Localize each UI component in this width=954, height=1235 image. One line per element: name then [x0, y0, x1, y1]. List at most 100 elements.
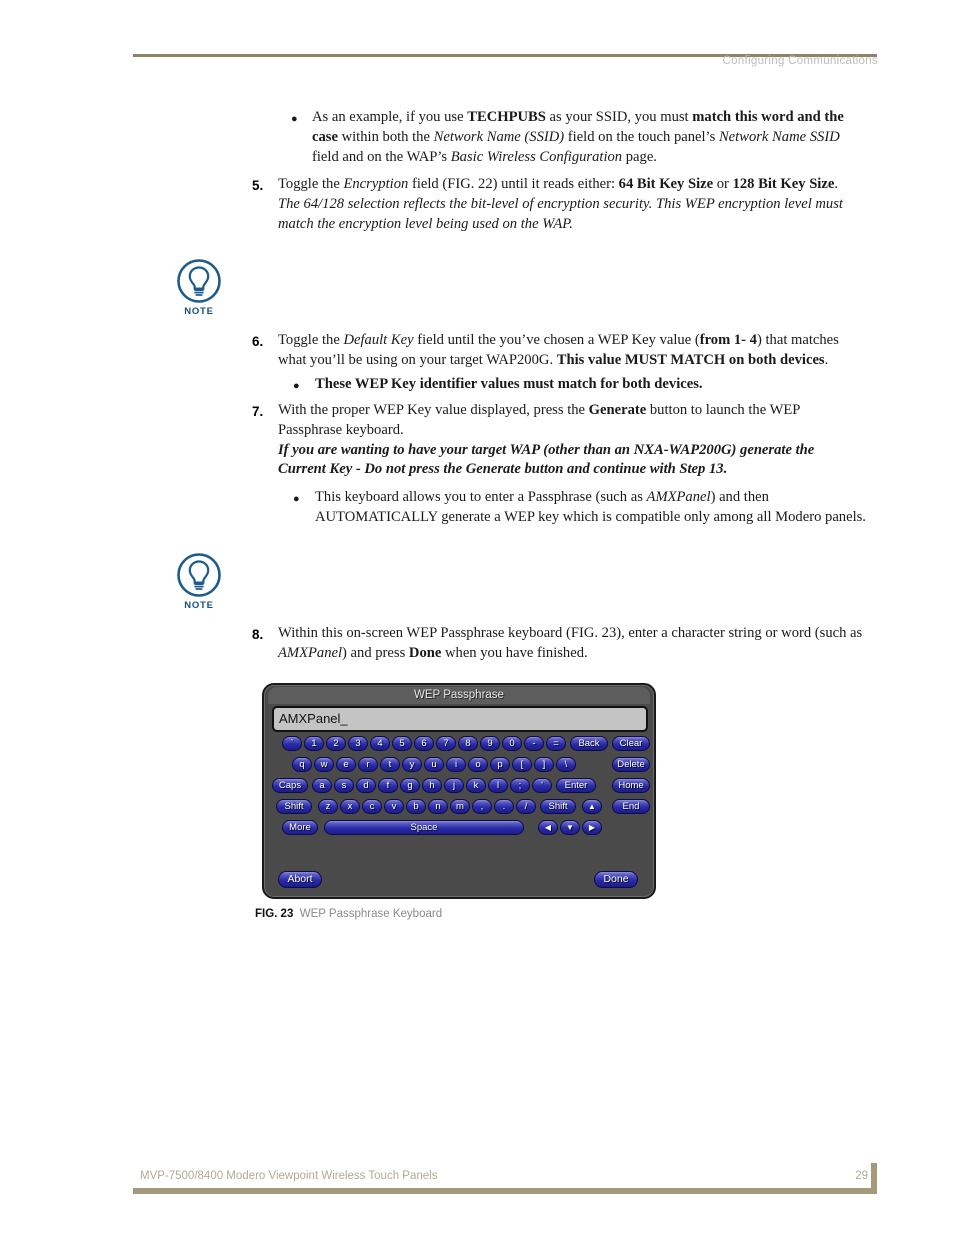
key-9[interactable]: 9 — [480, 736, 500, 751]
key-g[interactable]: g — [400, 778, 420, 793]
key-h[interactable]: h — [422, 778, 442, 793]
key-r[interactable]: r — [358, 757, 378, 772]
key-caps[interactable]: Caps — [272, 778, 308, 793]
key-o[interactable]: o — [468, 757, 488, 772]
key-clear[interactable]: Clear — [612, 736, 650, 751]
key-end[interactable]: End — [612, 799, 650, 814]
dialog-footer: Abort Done — [264, 871, 658, 893]
step-6-number: 6. — [252, 334, 264, 349]
step-8-text: Within this on-screen WEP Passphrase key… — [278, 625, 863, 661]
lightbulb-icon — [177, 553, 221, 597]
key-_[interactable]: - — [524, 736, 544, 751]
key-_[interactable]: . — [494, 799, 514, 814]
key-a[interactable]: a — [312, 778, 332, 793]
arrow-down-icon[interactable]: ▼ — [560, 820, 580, 835]
key-e[interactable]: e — [336, 757, 356, 772]
note-label: NOTE — [184, 306, 214, 317]
dialog-title: WEP Passphrase — [268, 687, 650, 704]
lightbulb-icon — [177, 259, 221, 303]
shift-row: Shift z x c v b n m,. / Shift ▲ End — [264, 799, 658, 817]
key-l[interactable]: l — [488, 778, 508, 793]
step-7-text: With the proper WEP Key value displayed,… — [278, 402, 815, 478]
key-more[interactable]: More — [282, 820, 318, 835]
key-6[interactable]: 6 — [414, 736, 434, 751]
step-7-number: 7. — [252, 404, 264, 419]
key-enter[interactable]: Enter — [556, 778, 596, 793]
step-5-number: 5. — [252, 178, 264, 193]
key-b[interactable]: b — [406, 799, 426, 814]
figure-caption: FIG. 23 WEP Passphrase Keyboard — [255, 908, 442, 920]
note-callout-1: NOTE — [168, 258, 230, 317]
arrow-up-icon[interactable]: ▲ — [582, 799, 602, 814]
key-z[interactable]: z — [318, 799, 338, 814]
footer-page-number: 29 — [855, 1170, 868, 1182]
key-0[interactable]: 0 — [502, 736, 522, 751]
key-t[interactable]: t — [380, 757, 400, 772]
step-7-sub-bullet: This keyboard allows you to enter a Pass… — [315, 489, 866, 525]
wep-passphrase-keyboard-dialog: WEP Passphrase AMXPanel_ ` 1 2 3 4 5 6 7 8 9 0- = Ba… — [262, 683, 656, 899]
key-_[interactable]: / — [516, 799, 536, 814]
document-page: Configuring Communications ● As an examp… — [0, 0, 954, 1235]
key-4[interactable]: 4 — [370, 736, 390, 751]
figure-number: FIG. 23 — [255, 908, 294, 920]
key-shift[interactable]: Shift — [276, 799, 312, 814]
qwerty-row: q w e r t y u i o p[] \ Delete — [264, 757, 658, 775]
key-_[interactable]: [ — [512, 757, 532, 772]
note-callout-2: NOTE — [168, 552, 230, 611]
key-7[interactable]: 7 — [436, 736, 456, 751]
key-p[interactable]: p — [490, 757, 510, 772]
arrow-left-icon[interactable]: ◀ — [538, 820, 558, 835]
bullet-marker: ● — [293, 493, 300, 505]
arrow-right-icon[interactable]: ▶ — [582, 820, 602, 835]
done-button[interactable]: Done — [594, 871, 638, 888]
key-_[interactable]: = — [546, 736, 566, 751]
key-home[interactable]: Home — [612, 778, 650, 793]
key-_[interactable]: ' — [532, 778, 552, 793]
key-k[interactable]: k — [466, 778, 486, 793]
footer-rule — [133, 1188, 877, 1194]
key-space[interactable]: Space — [324, 820, 524, 835]
key-back[interactable]: Back — [570, 736, 608, 751]
running-head: Configuring Communications — [722, 55, 878, 67]
key-8[interactable]: 8 — [458, 736, 478, 751]
passphrase-input[interactable]: AMXPanel_ — [272, 706, 648, 732]
key-shift[interactable]: Shift — [540, 799, 576, 814]
step-6-sub-bullet: These WEP Key identifier values must mat… — [315, 376, 703, 392]
key-_[interactable]: ` — [282, 736, 302, 751]
key-_[interactable]: ; — [510, 778, 530, 793]
number-row: ` 1 2 3 4 5 6 7 8 9 0- = Back Clear — [264, 736, 658, 754]
home-row: Caps a s d f g h j k l; ' Enter Home — [264, 778, 658, 796]
key-v[interactable]: v — [384, 799, 404, 814]
key-x[interactable]: x — [340, 799, 360, 814]
key-n[interactable]: n — [428, 799, 448, 814]
key-j[interactable]: j — [444, 778, 464, 793]
bullet-marker: ● — [293, 380, 300, 392]
key-3[interactable]: 3 — [348, 736, 368, 751]
abort-button[interactable]: Abort — [278, 871, 322, 888]
figure-caption-text: WEP Passphrase Keyboard — [299, 908, 443, 920]
key-1[interactable]: 1 — [304, 736, 324, 751]
key-y[interactable]: y — [402, 757, 422, 772]
key-d[interactable]: d — [356, 778, 376, 793]
key-_[interactable]: \ — [556, 757, 576, 772]
step-8-number: 8. — [252, 627, 264, 642]
footer-document-title: MVP-7500/8400 Modero Viewpoint Wireless … — [140, 1170, 438, 1182]
step-5-text: Toggle the Encryption field (FIG. 22) un… — [278, 176, 843, 232]
key-m[interactable]: m — [450, 799, 470, 814]
space-row: More Space ◀ ▼ ▶ — [264, 820, 658, 838]
key-q[interactable]: q — [292, 757, 312, 772]
key-u[interactable]: u — [424, 757, 444, 772]
key-5[interactable]: 5 — [392, 736, 412, 751]
key-2[interactable]: 2 — [326, 736, 346, 751]
key-_[interactable]: ] — [534, 757, 554, 772]
key-_[interactable]: , — [472, 799, 492, 814]
key-i[interactable]: i — [446, 757, 466, 772]
step-6-text: Toggle the Default Key field until the y… — [278, 332, 839, 368]
bullet-paragraph-1: As an example, if you use TECHPUBS as yo… — [312, 109, 844, 165]
footer-edge-tab — [871, 1163, 877, 1194]
key-delete[interactable]: Delete — [612, 757, 650, 772]
key-s[interactable]: s — [334, 778, 354, 793]
key-f[interactable]: f — [378, 778, 398, 793]
key-w[interactable]: w — [314, 757, 334, 772]
key-c[interactable]: c — [362, 799, 382, 814]
